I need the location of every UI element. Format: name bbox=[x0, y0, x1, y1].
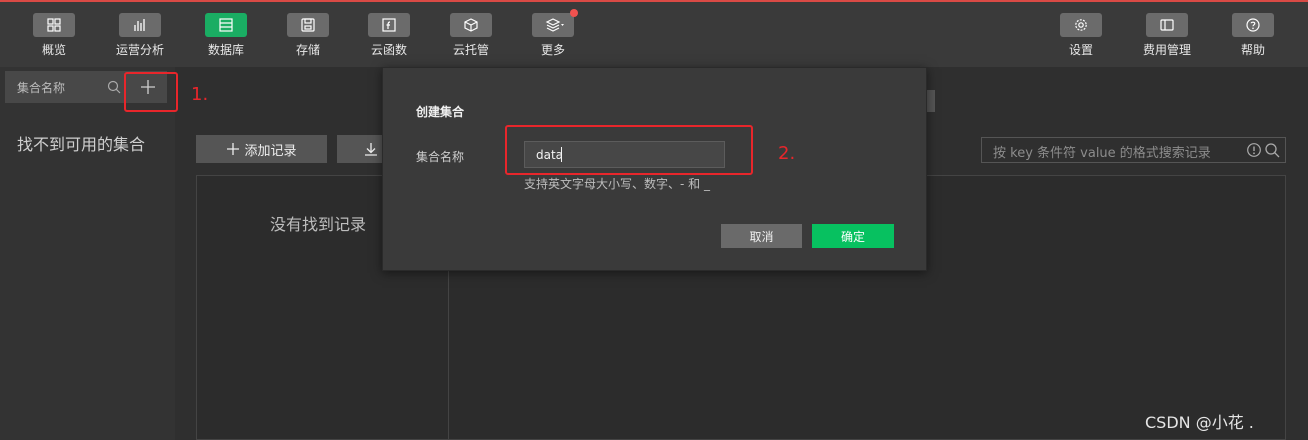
collection-search-placeholder: 集合名称 bbox=[17, 81, 66, 95]
nav-cloud-functions[interactable]: 云函数 bbox=[359, 13, 419, 58]
confirm-button[interactable]: 确定 bbox=[812, 224, 894, 248]
annotation-box-step1 bbox=[124, 72, 178, 112]
import-button[interactable] bbox=[337, 135, 385, 163]
nav-label: 数据库 bbox=[207, 43, 244, 57]
cube-icon bbox=[450, 13, 492, 37]
top-toolbar: 概览 运营分析 数据库 存储 云函数 云托管 更多 设置 费用管理 帮助 bbox=[0, 0, 1308, 67]
nav-label: 云函数 bbox=[370, 43, 407, 57]
nav-label: 费用管理 bbox=[1142, 43, 1191, 57]
bar-chart-icon bbox=[119, 13, 161, 37]
storage-disk-icon bbox=[287, 13, 329, 37]
plus-icon bbox=[227, 143, 240, 155]
nav-database[interactable]: 数据库 bbox=[196, 13, 256, 58]
nav-overview[interactable]: 概览 bbox=[24, 13, 84, 58]
add-record-button[interactable]: 添加记录 bbox=[196, 135, 327, 163]
notification-dot bbox=[570, 9, 578, 17]
billing-icon bbox=[1146, 13, 1188, 37]
nav-analytics[interactable]: 运营分析 bbox=[110, 13, 170, 58]
annotation-label-step1: 1. bbox=[191, 84, 209, 105]
info-icon[interactable] bbox=[1246, 142, 1262, 158]
nav-storage[interactable]: 存储 bbox=[278, 13, 338, 58]
database-icon bbox=[205, 13, 247, 37]
nav-label: 更多 bbox=[540, 43, 565, 57]
overview-grid-icon bbox=[33, 13, 75, 37]
collection-name-hint: 支持英文字母大小写、数字、- 和 _ bbox=[524, 177, 710, 191]
collection-sidebar: 集合名称 找不到可用的集合 bbox=[0, 67, 175, 440]
cancel-button[interactable]: 取消 bbox=[721, 224, 802, 248]
nav-label: 帮助 bbox=[1240, 43, 1265, 57]
nav-label: 运营分析 bbox=[115, 43, 164, 57]
search-icon[interactable] bbox=[107, 80, 121, 94]
watermark: CSDN @小花 . bbox=[1145, 413, 1254, 432]
nav-label: 存储 bbox=[295, 43, 320, 57]
record-search-input[interactable]: 按 key 条件符 value 的格式搜索记录 bbox=[981, 137, 1286, 163]
cloud-function-icon bbox=[368, 13, 410, 37]
layers-icon bbox=[532, 9, 578, 37]
nav-label: 云托管 bbox=[452, 43, 489, 57]
annotation-box-step2 bbox=[505, 125, 753, 175]
collection-search-input[interactable]: 集合名称 bbox=[5, 71, 129, 103]
annotation-label-step2: 2. bbox=[778, 143, 796, 164]
nav-label: 概览 bbox=[41, 43, 66, 57]
gear-icon bbox=[1060, 13, 1102, 37]
empty-collection-message: 找不到可用的集合 bbox=[17, 135, 146, 154]
help-icon bbox=[1232, 13, 1274, 37]
nav-more[interactable]: 更多 bbox=[523, 9, 583, 58]
dialog-title: 创建集合 bbox=[416, 105, 465, 119]
nav-cloud-hosting[interactable]: 云托管 bbox=[441, 13, 501, 58]
search-icon[interactable] bbox=[1264, 142, 1280, 158]
download-icon bbox=[365, 143, 377, 156]
add-record-label: 添加记录 bbox=[244, 142, 297, 158]
collection-name-label: 集合名称 bbox=[416, 150, 465, 164]
empty-records-message: 没有找到记录 bbox=[270, 215, 367, 234]
nav-label: 设置 bbox=[1068, 43, 1093, 57]
nav-settings[interactable]: 设置 bbox=[1051, 13, 1111, 58]
nav-billing[interactable]: 费用管理 bbox=[1137, 13, 1197, 58]
record-search-placeholder: 按 key 条件符 value 的格式搜索记录 bbox=[993, 146, 1211, 161]
nav-help[interactable]: 帮助 bbox=[1223, 13, 1283, 58]
